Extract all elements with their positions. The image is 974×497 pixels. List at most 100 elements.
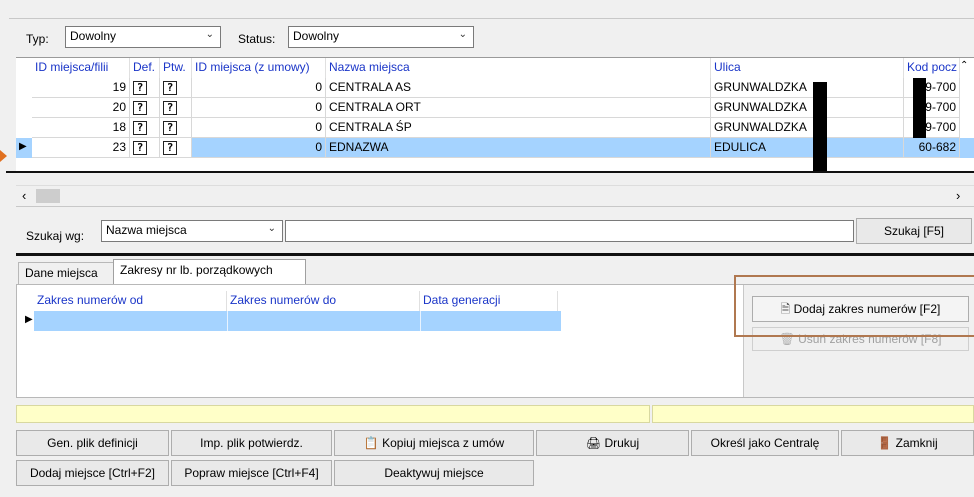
tab-zakresy[interactable]: Zakresy nr lb. porządkowych: [113, 259, 306, 285]
col-header-range-from[interactable]: Zakres numerów od: [34, 291, 227, 311]
focus-highlight: [734, 275, 974, 337]
col-header-kod[interactable]: Kod pocz: [904, 58, 960, 78]
tab-zakresy-label: Zakresy nr lb. porządkowych: [120, 263, 273, 277]
panel-separator: [16, 206, 974, 207]
cell-ptw: ?: [160, 118, 192, 138]
tab-dane-label: Dane miejsca: [25, 266, 98, 280]
table-row[interactable]: 18 ? ? 0 CENTRALA ŚP GRUNWALDZKA 9-700: [16, 118, 974, 138]
type-label: Typ:: [26, 32, 49, 46]
table-row[interactable]: 20 ? ? 0 CENTRALA ORT GRUNWALDZKA 9-700: [16, 98, 974, 118]
close-button[interactable]: 🚪 Zamknij: [841, 430, 974, 456]
cell-def: ?: [130, 118, 160, 138]
question-doc-icon: ?: [133, 81, 147, 95]
print-button[interactable]: 🖨 Drukuj: [536, 430, 689, 456]
add-place-button[interactable]: Dodaj miejsce [Ctrl+F2]: [16, 460, 169, 486]
print-label: Drukuj: [604, 436, 640, 450]
cell-def: ?: [130, 98, 160, 118]
row-pointer-icon: ▶: [25, 314, 33, 325]
question-doc-icon: ?: [163, 141, 177, 155]
scroll-right-icon[interactable]: ›: [956, 188, 960, 203]
col-header-ulica[interactable]: Ulica: [711, 58, 904, 78]
cell-nazwa: CENTRALA AS: [326, 78, 711, 98]
scroll-left-icon[interactable]: ‹: [22, 188, 26, 203]
deactivate-place-button[interactable]: Deaktywuj miejsce: [334, 460, 534, 486]
top-panel-border: [9, 18, 974, 19]
search-input[interactable]: [285, 220, 854, 242]
cell-def: ?: [130, 138, 160, 158]
search-button[interactable]: Szukaj [F5]: [856, 218, 972, 244]
cell-nazwa: CENTRALA ŚP: [326, 118, 711, 138]
section-divider: [16, 253, 974, 256]
cell-id-umowy: 0: [192, 78, 326, 98]
col-header-id-umowy[interactable]: ID miejsca (z umowy): [192, 58, 326, 78]
cell-id: 19: [32, 78, 130, 98]
close-label: Zamknij: [895, 436, 938, 450]
grid-divider: [6, 171, 974, 173]
table-row-selected[interactable]: ▶ 23 ? ? 0 EDNAZWA EDULICA 60-682: [16, 138, 974, 158]
chevron-down-icon: ⌄: [458, 29, 467, 40]
gen-definition-button[interactable]: Gen. plik definicji: [16, 430, 169, 456]
status-label: Status:: [238, 32, 276, 46]
col-header-gen-date[interactable]: Data generacji: [420, 291, 558, 311]
tab-dane-miejsca[interactable]: Dane miejsca: [18, 262, 114, 284]
col-header-range-to[interactable]: Zakres numerów do: [227, 291, 420, 311]
close-door-icon: 🚪: [877, 436, 893, 450]
search-label: Szukaj wg:: [26, 229, 85, 243]
redaction-block: [813, 82, 827, 172]
col-header-nazwa[interactable]: Nazwa miejsca: [326, 58, 711, 78]
current-row-marker: [0, 150, 7, 162]
redaction-block: [913, 78, 926, 138]
status-bar-right: [652, 405, 974, 423]
question-doc-icon: ?: [163, 81, 177, 95]
printer-icon: 🖨: [585, 436, 602, 450]
status-select-value: Dowolny: [293, 29, 340, 43]
set-central-button[interactable]: Określ jako Centralę: [691, 430, 839, 456]
question-doc-icon: ?: [163, 121, 177, 135]
scrollbar-thumb[interactable]: [36, 189, 60, 203]
cell-def: ?: [130, 78, 160, 98]
row-pointer-icon: ▶: [19, 141, 27, 152]
search-field-value: Nazwa miejsca: [106, 223, 187, 237]
cell-ulica: EDULICA: [711, 138, 904, 158]
cell-divider: [227, 311, 228, 331]
places-grid[interactable]: ID miejsca/filii Def. Ptw. ID miejsca (z…: [16, 57, 974, 172]
cell-id: 18: [32, 118, 130, 138]
question-doc-icon: ?: [133, 121, 147, 135]
cell-id-umowy: 0: [192, 118, 326, 138]
col-header-def[interactable]: Def.: [130, 58, 160, 78]
cell-id: 20: [32, 98, 130, 118]
question-doc-icon: ?: [163, 101, 177, 115]
horizontal-scrollbar[interactable]: ‹ ›: [16, 185, 974, 205]
import-confirmation-button[interactable]: Imp. plik potwierdz.: [171, 430, 332, 456]
question-doc-icon: ?: [133, 141, 147, 155]
copy-icon: 📋: [363, 436, 379, 450]
chevron-down-icon: ⌄: [205, 29, 214, 40]
cell-ptw: ?: [160, 138, 192, 158]
type-select[interactable]: Dowolny ⌄: [65, 26, 221, 48]
chevron-down-icon: ⌄: [267, 223, 276, 234]
cell-id: 23: [32, 138, 130, 158]
scroll-up-icon[interactable]: ⌃: [960, 60, 968, 71]
copy-places-label: Kopiuj miejsca z umów: [382, 436, 505, 450]
cell-id-umowy: 0: [192, 138, 326, 158]
cell-nazwa: CENTRALA ORT: [326, 98, 711, 118]
search-field-select[interactable]: Nazwa miejsca ⌄: [101, 220, 283, 242]
type-select-value: Dowolny: [70, 29, 117, 43]
copy-places-button[interactable]: 📋 Kopiuj miejsca z umów: [334, 430, 534, 456]
cell-nazwa: EDNAZWA: [326, 138, 711, 158]
ranges-grid[interactable]: Zakres numerów od Zakres numerów do Data…: [22, 289, 562, 331]
col-header-ptw[interactable]: Ptw.: [160, 58, 192, 78]
cell-ulica: GRUNWALDZKA: [711, 98, 904, 118]
col-header-id[interactable]: ID miejsca/filii: [32, 58, 130, 78]
edit-place-button[interactable]: Popraw miejsce [Ctrl+F4]: [171, 460, 332, 486]
cell-id-umowy: 0: [192, 98, 326, 118]
cell-ptw: ?: [160, 98, 192, 118]
status-select[interactable]: Dowolny ⌄: [288, 26, 474, 48]
question-doc-icon: ?: [133, 101, 147, 115]
cell-ulica: GRUNWALDZKA: [711, 78, 904, 98]
cell-ulica: GRUNWALDZKA: [711, 118, 904, 138]
status-bar-left: [16, 405, 650, 423]
table-row[interactable]: 19 ? ? 0 CENTRALA AS GRUNWALDZKA 9-700: [16, 78, 974, 98]
cell-divider: [420, 311, 421, 331]
ranges-row-selected[interactable]: [34, 311, 561, 331]
